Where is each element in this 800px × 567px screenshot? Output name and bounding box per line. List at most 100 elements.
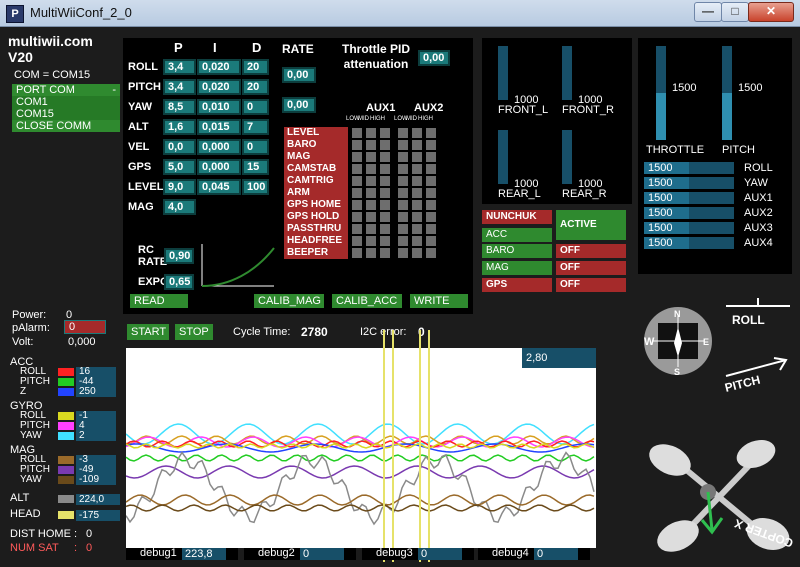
- aux-checkbox[interactable]: [412, 200, 422, 210]
- aux-checkbox[interactable]: [412, 212, 422, 222]
- pid-i-value[interactable]: 0,000: [197, 159, 241, 175]
- port-option-com1[interactable]: COM1: [12, 96, 120, 108]
- pid-i-value[interactable]: 0,020: [197, 79, 241, 95]
- aux-checkbox[interactable]: [366, 164, 376, 174]
- aux-checkbox[interactable]: [426, 176, 436, 186]
- pid-d-value[interactable]: 15: [242, 159, 269, 175]
- aux-checkbox[interactable]: [352, 164, 362, 174]
- pid-d-value[interactable]: 20: [242, 79, 269, 95]
- aux-checkbox[interactable]: [366, 248, 376, 258]
- aux-checkbox[interactable]: [398, 140, 408, 150]
- aux-checkbox[interactable]: [352, 152, 362, 162]
- aux-checkbox[interactable]: [380, 212, 390, 222]
- aux-checkbox[interactable]: [366, 128, 376, 138]
- aux-checkbox[interactable]: [398, 188, 408, 198]
- aux-checkbox[interactable]: [426, 152, 436, 162]
- aux-checkbox[interactable]: [398, 200, 408, 210]
- aux-checkbox[interactable]: [366, 236, 376, 246]
- aux-checkbox[interactable]: [380, 176, 390, 186]
- aux-checkbox[interactable]: [398, 248, 408, 258]
- aux-checkbox[interactable]: [352, 248, 362, 258]
- port-com-dropdown[interactable]: PORT COM -: [12, 84, 120, 96]
- aux-checkbox[interactable]: [380, 128, 390, 138]
- aux-checkbox[interactable]: [366, 200, 376, 210]
- pid-i-value[interactable]: 0,015: [197, 119, 241, 135]
- aux-checkbox[interactable]: [352, 140, 362, 150]
- aux-checkbox[interactable]: [412, 248, 422, 258]
- aux-checkbox[interactable]: [426, 236, 436, 246]
- aux-checkbox[interactable]: [412, 140, 422, 150]
- aux-checkbox[interactable]: [426, 128, 436, 138]
- aux-checkbox[interactable]: [426, 224, 436, 234]
- aux-checkbox[interactable]: [366, 224, 376, 234]
- aux-checkbox[interactable]: [426, 140, 436, 150]
- aux-checkbox[interactable]: [366, 176, 376, 186]
- aux-checkbox[interactable]: [398, 212, 408, 222]
- pid-i-value[interactable]: 0,000: [197, 139, 241, 155]
- aux-checkbox[interactable]: [412, 128, 422, 138]
- aux-checkbox[interactable]: [366, 188, 376, 198]
- aux-checkbox[interactable]: [412, 152, 422, 162]
- aux-checkbox[interactable]: [398, 164, 408, 174]
- palarm-field[interactable]: 0: [64, 320, 106, 334]
- aux-checkbox[interactable]: [398, 152, 408, 162]
- pid-p-value[interactable]: 0,0: [163, 139, 196, 155]
- pid-p-value[interactable]: 1,6: [163, 119, 196, 135]
- aux-checkbox[interactable]: [380, 248, 390, 258]
- aux-checkbox[interactable]: [412, 224, 422, 234]
- rc-rate-value[interactable]: 0,90: [164, 248, 194, 264]
- aux-checkbox[interactable]: [412, 236, 422, 246]
- throttle-pid-value[interactable]: 0,00: [418, 50, 450, 66]
- aux-checkbox[interactable]: [352, 176, 362, 186]
- aux-checkbox[interactable]: [398, 236, 408, 246]
- calib-mag-button[interactable]: CALIB_MAG: [254, 294, 324, 308]
- aux-checkbox[interactable]: [398, 224, 408, 234]
- pid-i-value[interactable]: 0,045: [197, 179, 241, 195]
- aux-checkbox[interactable]: [380, 152, 390, 162]
- pid-p-value[interactable]: 9,0: [163, 179, 196, 195]
- pid-i-value[interactable]: 0,020: [197, 59, 241, 75]
- close-button[interactable]: ✕: [748, 2, 794, 22]
- rate-rollpitch-value[interactable]: 0,00: [282, 67, 316, 83]
- aux-checkbox[interactable]: [352, 224, 362, 234]
- aux-checkbox[interactable]: [426, 248, 436, 258]
- aux-checkbox[interactable]: [426, 200, 436, 210]
- aux-checkbox[interactable]: [352, 200, 362, 210]
- aux-checkbox[interactable]: [380, 140, 390, 150]
- maximize-button[interactable]: □: [721, 2, 749, 22]
- minimize-button[interactable]: —: [694, 2, 722, 22]
- aux-checkbox[interactable]: [366, 212, 376, 222]
- pid-i-value[interactable]: 0,010: [197, 99, 241, 115]
- read-button[interactable]: READ: [130, 294, 188, 308]
- aux-checkbox[interactable]: [366, 152, 376, 162]
- aux-checkbox[interactable]: [352, 236, 362, 246]
- aux-checkbox[interactable]: [380, 224, 390, 234]
- rate-yaw-value[interactable]: 0,00: [282, 97, 316, 113]
- pid-p-value[interactable]: 5,0: [163, 159, 196, 175]
- aux-checkbox[interactable]: [426, 164, 436, 174]
- aux-checkbox[interactable]: [398, 176, 408, 186]
- port-option-com15[interactable]: COM15: [12, 108, 120, 120]
- aux-checkbox[interactable]: [352, 188, 362, 198]
- start-button[interactable]: START: [127, 324, 169, 340]
- pid-d-value[interactable]: 20: [242, 59, 269, 75]
- stop-button[interactable]: STOP: [175, 324, 213, 340]
- pid-d-value[interactable]: 0: [242, 99, 269, 115]
- pid-p-value[interactable]: 3,4: [163, 79, 196, 95]
- expo-value[interactable]: 0,65: [164, 274, 194, 290]
- write-button[interactable]: WRITE: [410, 294, 468, 308]
- aux-checkbox[interactable]: [380, 200, 390, 210]
- pid-p-value[interactable]: 3,4: [163, 59, 196, 75]
- pid-d-value[interactable]: 0: [242, 139, 269, 155]
- aux-checkbox[interactable]: [380, 236, 390, 246]
- aux-checkbox[interactable]: [412, 164, 422, 174]
- aux-checkbox[interactable]: [426, 212, 436, 222]
- aux-checkbox[interactable]: [398, 128, 408, 138]
- pid-p-value[interactable]: 8,5: [163, 99, 196, 115]
- aux-checkbox[interactable]: [366, 140, 376, 150]
- pid-p-value[interactable]: 4,0: [163, 199, 196, 215]
- aux-checkbox[interactable]: [380, 188, 390, 198]
- calib-acc-button[interactable]: CALIB_ACC: [332, 294, 402, 308]
- aux-checkbox[interactable]: [352, 128, 362, 138]
- aux-checkbox[interactable]: [352, 212, 362, 222]
